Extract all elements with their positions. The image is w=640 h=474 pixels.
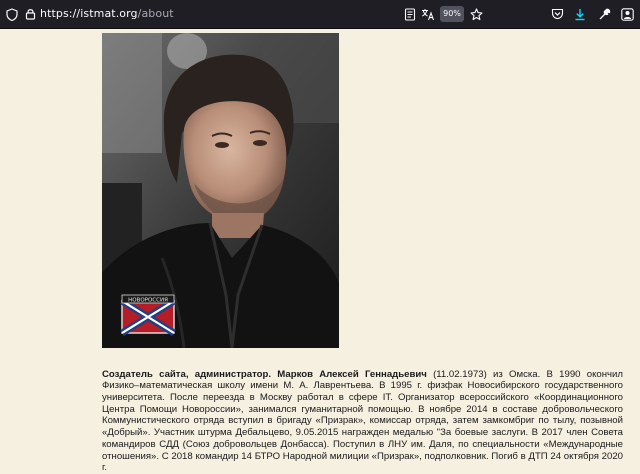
download-icon[interactable] [572,6,588,22]
patch-caption: НОВОРОССИЯ [128,298,168,304]
lock-icon[interactable] [22,6,38,22]
reader-view-icon[interactable] [402,6,418,22]
extensions-wrench-icon[interactable] [596,6,612,22]
pocket-icon[interactable] [549,6,565,22]
author-photo: НОВОРОССИЯ [102,33,339,348]
bio-text: (11.02.1973) из Омска. В 1990 окончил Фи… [102,368,623,474]
author-bio: Создатель сайта, администратор. Марков А… [102,369,623,474]
url-host: https://istmat.org [40,7,138,20]
bookmark-star-icon[interactable] [468,6,484,22]
portrait-image: НОВОРОССИЯ [102,33,339,348]
url-path: /about [137,7,174,20]
zoom-level-button[interactable]: 90% [440,6,464,22]
profile-icon[interactable] [619,6,635,22]
bio-lead: Создатель сайта, администратор. Марков А… [102,368,427,380]
address-bar[interactable]: https://istmat.org/about [40,7,174,21]
browser-toolbar: https://istmat.org/about 90% [0,0,640,29]
shield-icon[interactable] [4,6,20,22]
translate-icon[interactable] [420,6,436,22]
